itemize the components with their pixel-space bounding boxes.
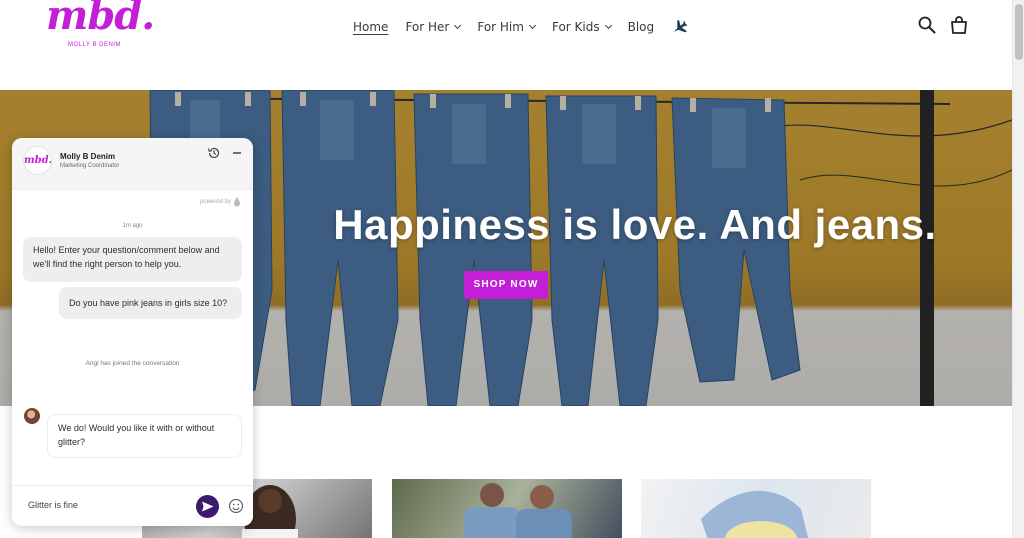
emoji-icon[interactable] [228, 498, 244, 514]
page-scrollbar[interactable] [1012, 0, 1024, 538]
nav-label-blog: Blog [627, 20, 655, 34]
airplane-icon [673, 19, 688, 33]
nav-item-for-kids[interactable]: For Kids [551, 20, 612, 34]
chat-widget: mbd. Molly B Denim Marketing Coordinator… [12, 138, 253, 526]
drop-icon [234, 197, 240, 207]
logo-subtitle: MOLLY B DENIM [68, 42, 121, 48]
nav-item-blog[interactable]: Blog [628, 20, 655, 34]
nav-label-for-kids: For Kids [551, 20, 600, 34]
chat-input-bar: Glitter is fine [12, 485, 253, 526]
shop-now-button[interactable]: SHOP NOW [464, 271, 548, 299]
nav-item-for-her[interactable]: For Her [405, 20, 462, 34]
logo-mark: mbd. [46, 0, 155, 39]
chat-agent-name: Molly B Denim [60, 152, 116, 161]
nav-item-for-him[interactable]: For Him [477, 20, 537, 34]
agent-message: We do! Would you like it with or without… [47, 414, 242, 458]
cart-icon[interactable] [949, 15, 969, 35]
send-icon [202, 501, 214, 512]
search-icon[interactable] [917, 15, 937, 35]
message-timestamp: 1m ago [122, 223, 143, 229]
chevron-down-icon [604, 21, 612, 30]
system-message: Angi has joined the conversation [85, 360, 180, 367]
collection-tile-3[interactable] [641, 479, 871, 538]
main-nav: Home For Her For Him For Kids Blog [353, 17, 704, 37]
chevron-down-icon [454, 21, 462, 30]
nav-label-for-her: For Her [405, 20, 450, 34]
history-icon[interactable] [207, 146, 221, 160]
minimize-icon[interactable] [230, 146, 244, 160]
site-header: mbd. MOLLY B DENIM Home For Her For Him … [0, 0, 1012, 60]
logo[interactable]: mbd. MOLLY B DENIM [44, 0, 155, 56]
nav-label-home: Home [353, 20, 389, 34]
chat-avatar: mbd. [23, 146, 52, 175]
collection-tile-2[interactable] [392, 479, 622, 538]
chat-header: mbd. Molly B Denim Marketing Coordinator [12, 138, 253, 190]
chevron-down-icon [528, 21, 537, 30]
nav-label-for-him: For Him [477, 20, 524, 34]
send-button[interactable] [196, 495, 219, 518]
scrollbar-thumb[interactable] [1015, 4, 1023, 60]
page: mbd. MOLLY B DENIM Home For Her For Him … [0, 0, 1024, 538]
nav-item-home[interactable]: Home [353, 20, 388, 34]
chat-input-field[interactable]: Glitter is fine [28, 500, 78, 510]
powered-by-label: powered by [199, 199, 231, 205]
user-message: Do you have pink jeans in girls size 10? [59, 287, 242, 319]
agent-avatar [24, 408, 40, 424]
nav-item-travel[interactable] [671, 19, 688, 35]
agent-message: Hello! Enter your question/comment below… [23, 237, 242, 282]
collection-image-2 [464, 483, 572, 538]
collection-image-3 [701, 490, 809, 538]
chat-agent-role: Marketing Coordinator [60, 163, 120, 169]
powered-by: powered by [200, 197, 241, 207]
